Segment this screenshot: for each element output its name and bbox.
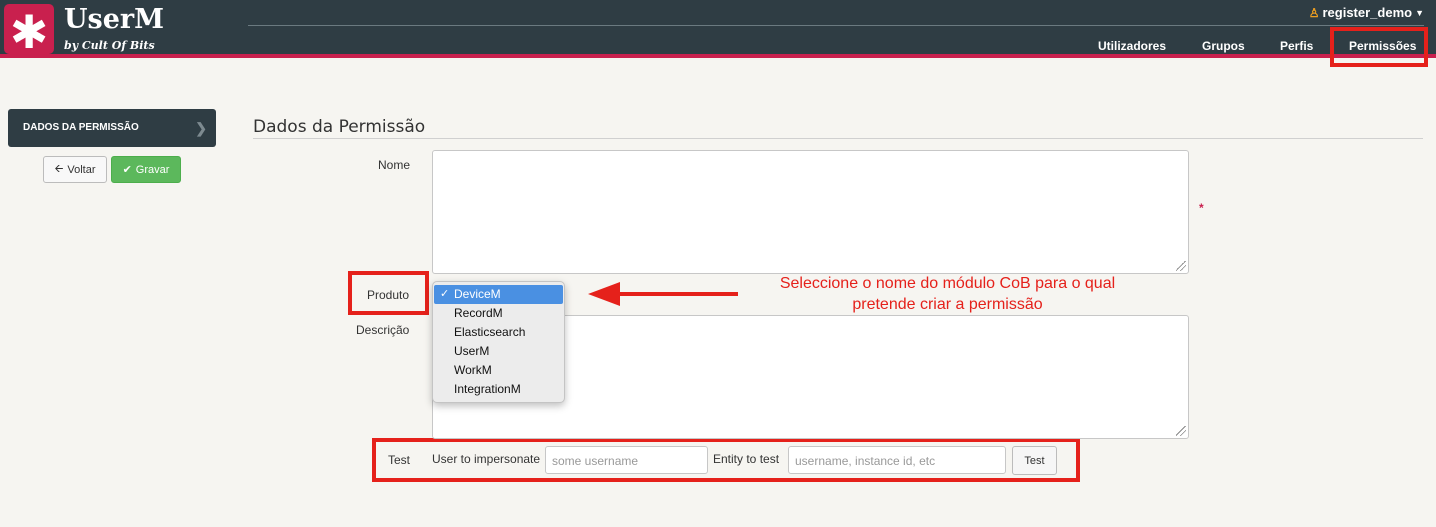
check-icon: ✓	[440, 288, 450, 300]
nav-item-profiles[interactable]: Perfis	[1280, 39, 1313, 53]
product-option-recordm[interactable]: RecordM	[433, 304, 564, 323]
annotation-text: Seleccione o nome do módulo CoB para o q…	[745, 273, 1150, 315]
description-label: Descrição	[356, 323, 410, 337]
test-button[interactable]: Test	[1012, 446, 1057, 475]
page-title: Dados da Permissão	[253, 117, 426, 137]
user-menu[interactable]: ♙ register_demo ▼	[1309, 5, 1424, 20]
entity-label: Entity to test	[713, 452, 780, 466]
product-option-devicem[interactable]: ✓ DeviceM	[434, 285, 563, 304]
resize-grip-icon[interactable]	[1176, 426, 1186, 436]
impersonate-user-input[interactable]: some username	[545, 446, 708, 474]
product-option-integrationm[interactable]: IntegrationM	[433, 380, 564, 399]
header-divider	[248, 25, 1424, 26]
check-icon: ✔	[122, 164, 132, 176]
annotation-arrow-icon	[588, 282, 620, 306]
back-button-label: Voltar	[67, 163, 96, 176]
caret-down-icon: ▼	[1415, 7, 1424, 18]
arrow-left-icon: 🡨	[54, 163, 64, 175]
logo-icon[interactable]: ✱	[4, 4, 54, 59]
resize-grip-icon[interactable]	[1176, 261, 1186, 271]
nav-item-groups[interactable]: Grupos	[1202, 39, 1245, 53]
impersonate-label: User to impersonate	[432, 452, 541, 466]
product-option-workm[interactable]: WorkM	[433, 361, 564, 380]
option-label: DeviceM	[454, 287, 501, 301]
highlight-permissions-tab	[1330, 27, 1428, 67]
entity-input[interactable]: username, instance id, etc	[788, 446, 1006, 474]
top-header: ✱ UserM by Cult Of Bits ♙ register_demo …	[0, 0, 1436, 59]
save-button-label: Gravar	[135, 163, 170, 176]
product-option-userm[interactable]: UserM	[433, 342, 564, 361]
annotation-line-2: pretende criar a permissão	[852, 296, 1043, 313]
product-select-menu[interactable]: ✓ DeviceM RecordM Elasticsearch UserM Wor…	[432, 281, 565, 403]
product-label: Produto	[367, 288, 410, 302]
name-label: Nome	[378, 158, 411, 172]
save-button[interactable]: ✔ Gravar	[111, 156, 181, 183]
sidebar-item-label: DADOS DA PERMISSÃO	[23, 122, 139, 133]
required-marker: *	[1199, 201, 1204, 215]
logo-glyph: ✱	[9, 5, 49, 59]
title-divider	[253, 138, 1423, 139]
annotation-arrow-shaft	[620, 292, 738, 296]
annotation-line-1: Seleccione o nome do módulo CoB para o q…	[779, 275, 1116, 292]
user-icon: ♙	[1308, 5, 1320, 20]
product-option-elasticsearch[interactable]: Elasticsearch	[433, 323, 564, 342]
chevron-right-icon: ❯	[195, 120, 207, 136]
name-field[interactable]	[432, 150, 1189, 274]
brand-name: UserM	[64, 4, 165, 35]
sidebar-item-permission-data[interactable]: DADOS DA PERMISSÃO ❯	[8, 109, 216, 147]
brand-tagline: by Cult Of Bits	[64, 39, 155, 52]
nav-item-users[interactable]: Utilizadores	[1098, 39, 1166, 53]
test-label: Test	[388, 453, 411, 467]
username-label: register_demo	[1322, 5, 1413, 20]
back-button[interactable]: 🡨 Voltar	[43, 156, 107, 183]
